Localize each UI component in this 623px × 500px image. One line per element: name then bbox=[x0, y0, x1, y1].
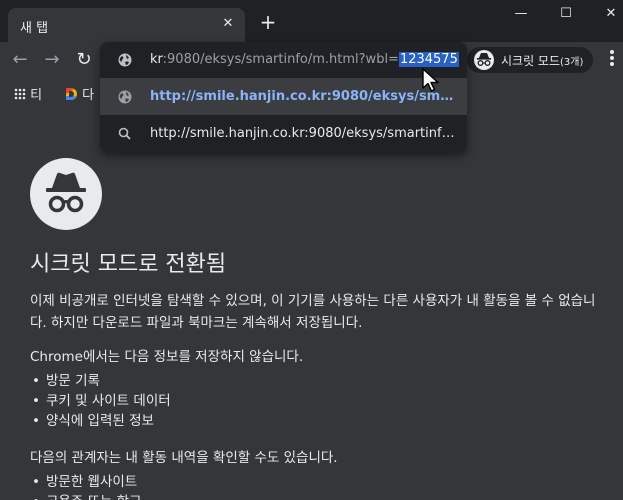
bookmark-label: 티 bbox=[30, 88, 43, 103]
more-menu-icon[interactable] bbox=[605, 48, 619, 72]
bookmark-label: 다 bbox=[82, 88, 95, 103]
bookmark-item[interactable]: 다 bbox=[64, 84, 94, 103]
intro-text: 이제 비공개로 인터넷을 탐색할 수 있으며, 이 기기를 사용하는 다른 사용… bbox=[30, 293, 596, 331]
incognito-page: 시크릿 모드로 전환됨 이제 비공개로 인터넷을 탐색할 수 있으며, 이 기기… bbox=[0, 106, 623, 500]
incognito-label: 시크릿 모드 bbox=[501, 54, 561, 68]
forward-button[interactable]: → bbox=[42, 50, 62, 70]
incognito-logo bbox=[30, 158, 102, 230]
visible-to-title: 다음의 관계자는 내 활동 내역을 확인할 수도 있습니다. bbox=[30, 450, 338, 466]
list-item: 양식에 입력된 정보 bbox=[30, 411, 590, 431]
not-saved-list: 방문 기록 쿠키 및 사이트 데이터 양식에 입력된 정보 bbox=[30, 371, 590, 431]
tab-new-tab[interactable]: 새 탭 ✕ bbox=[8, 8, 245, 42]
address-host: kr bbox=[150, 52, 163, 67]
incognito-badge[interactable]: 시크릿 모드(3개) bbox=[467, 47, 593, 73]
minimize-button[interactable]: — bbox=[509, 4, 533, 24]
tab-strip: 새 탭 ✕ + — ☐ ✕ bbox=[0, 0, 623, 42]
search-icon bbox=[118, 127, 131, 140]
incognito-icon bbox=[474, 50, 494, 70]
address-selection: 1234575 bbox=[398, 52, 459, 67]
suggestion-search: http://smile.hanjin.co.kr:9080/eksys/sma… bbox=[150, 126, 460, 141]
bookmark-item[interactable]: 티 bbox=[14, 84, 42, 103]
back-button[interactable]: ← bbox=[10, 50, 30, 70]
globe-icon bbox=[118, 90, 132, 104]
daum-logo-icon bbox=[66, 88, 77, 100]
list-item: 쿠키 및 사이트 데이터 bbox=[30, 391, 590, 411]
address-bar[interactable]: kr:9080/eksys/smartinfo/m.html?wbl=12345… bbox=[100, 42, 467, 78]
omnibox-suggestion[interactable]: http://smile.hanjin.co.kr:9080/eksys/sma… bbox=[100, 115, 467, 152]
maximize-button[interactable]: ☐ bbox=[554, 4, 578, 24]
reload-button[interactable]: ↻ bbox=[74, 50, 94, 70]
list-item: 방문한 웹사이트 bbox=[30, 472, 590, 492]
mouse-cursor-icon bbox=[422, 68, 439, 92]
globe-icon bbox=[118, 53, 132, 67]
list-item: 방문 기록 bbox=[30, 371, 590, 391]
list-item: 고용주 또는 학교 bbox=[30, 492, 590, 500]
apps-icon bbox=[14, 88, 26, 100]
omnibox-suggestion[interactable]: http://smile.hanjin.co.kr:9080/eksys/sma… bbox=[100, 78, 467, 115]
tab-title: 새 탭 bbox=[20, 21, 49, 36]
omnibox-dropdown: kr:9080/eksys/smartinfo/m.html?wbl=12345… bbox=[100, 42, 467, 152]
address-input[interactable]: kr:9080/eksys/smartinfo/m.html?wbl=12345… bbox=[150, 52, 459, 67]
visible-to-list: 방문한 웹사이트 고용주 또는 학교 bbox=[30, 472, 590, 500]
tab-close-icon[interactable]: ✕ bbox=[220, 16, 236, 32]
incognito-count: (3개) bbox=[560, 57, 584, 68]
page-title: 시크릿 모드로 전환됨 bbox=[30, 252, 227, 277]
incognito-icon bbox=[46, 172, 86, 213]
not-saved-title: Chrome에서는 다음 정보를 저장하지 않습니다. bbox=[30, 349, 304, 365]
new-tab-button[interactable]: + bbox=[258, 12, 278, 32]
suggestion-url: http://smile.hanjin.co.kr:9080/eksys/sma… bbox=[150, 89, 460, 104]
address-path: :9080/eksys/smartinfo/m.html?wbl= bbox=[162, 52, 399, 67]
close-window-button[interactable]: ✕ bbox=[599, 4, 623, 24]
